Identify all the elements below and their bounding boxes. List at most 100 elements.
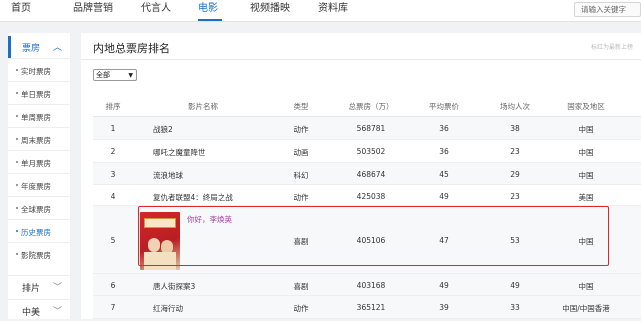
box-office-cell: 468674 [356, 170, 386, 179]
active-tab-indicator [198, 19, 222, 21]
film-name-cell[interactable]: 哪吒之魔童降世 [153, 147, 206, 158]
avg-attendance-cell: 23 [510, 147, 520, 156]
nav-movie[interactable]: 电影 [198, 2, 218, 16]
chevron-down-icon: ﹀ [53, 283, 63, 293]
search-input[interactable]: 请输入关键字 [574, 2, 641, 17]
nav-video-broadcast[interactable]: 视频播映 [250, 2, 290, 16]
rank-cell: 2 [110, 147, 116, 156]
nav-brand-marketing[interactable]: 品牌营销 [73, 2, 113, 16]
chevron-down-icon: ﹀ [53, 307, 63, 317]
sidebar-item-label: 单月票房 [21, 159, 51, 168]
sidebar-group-label: 中美 [22, 308, 41, 318]
filter-select-value: 全部 [96, 71, 110, 79]
table-row[interactable]: 7 红海行动 动作 365121 39 33 中国/中国香港 [93, 296, 641, 319]
col-type: 类型 [293, 102, 309, 111]
film-name-cell[interactable]: 红海行动 [153, 303, 183, 314]
avg-price-cell: 49 [439, 192, 449, 201]
bullet-icon [16, 207, 18, 209]
sidebar-item-global[interactable]: 全球票房 [8, 196, 70, 218]
bullet-icon [16, 253, 18, 255]
region-cell: 中国 [578, 282, 594, 291]
sidebar-item-weekend[interactable]: 周末票房 [8, 127, 70, 149]
col-avg-attendance: 场均人次 [500, 102, 530, 111]
box-office-cell: 365121 [356, 303, 386, 312]
region-cell: 中国 [578, 171, 594, 180]
sidebar-item-label: 实时票房 [21, 67, 51, 76]
sidebar-item-weekly[interactable]: 单周票房 [8, 104, 70, 126]
avg-price-cell: 39 [439, 303, 449, 312]
sidebar-group-cn-us[interactable]: 中美 ﹀ [8, 299, 70, 321]
table-row[interactable]: 4 复仇者联盟4：终局之战 动作 425038 49 23 美国 [93, 185, 641, 206]
filter-select[interactable]: 全部 ▼ [93, 69, 137, 81]
sidebar-item-monthly[interactable]: 单月票房 [8, 150, 70, 172]
sidebar-item-realtime[interactable]: 实时票房 [8, 58, 70, 80]
col-region: 国家及地区 [567, 102, 605, 111]
rank-cell: 3 [110, 170, 116, 179]
main-panel: 内地总票房排名 标红为最新上榜 全部 ▼ 排序 影片名称 类型 总票房（万） 平… [81, 33, 641, 319]
sidebar-item-label: 单周票房 [21, 113, 51, 122]
table-row[interactable]: 1 战狼2 动作 568781 36 38 中国 [93, 117, 641, 140]
region-cell: 美国 [578, 193, 594, 202]
sidebar-item-label: 单日票房 [21, 90, 51, 99]
table-row[interactable]: 3 流浪地球 科幻 468674 45 29 中国 [93, 163, 641, 185]
col-rank: 排序 [105, 102, 121, 111]
table-header: 排序 影片名称 类型 总票房（万） 平均票价 场均人次 国家及地区 [93, 93, 641, 117]
region-cell: 中国/中国香港 [562, 304, 610, 313]
sidebar-item-label: 全球票房 [21, 205, 51, 214]
type-cell: 科幻 [293, 171, 309, 180]
bullet-icon [16, 161, 18, 163]
region-cell: 中国 [578, 125, 594, 134]
type-cell: 动作 [293, 304, 309, 313]
col-film-name: 影片名称 [188, 102, 218, 111]
sidebar-item-yearly[interactable]: 年度票房 [8, 173, 70, 195]
sidebar-group-schedule[interactable]: 排片 ﹀ [8, 275, 70, 297]
type-cell: 喜剧 [293, 282, 309, 291]
bullet-icon [16, 138, 18, 140]
box-office-cell: 425038 [356, 192, 386, 201]
caret-down-icon: ▼ [128, 72, 133, 79]
sidebar-group-label: 排片 [22, 284, 41, 294]
nav-database[interactable]: 资料库 [318, 2, 348, 16]
sidebar-item-label: 周末票房 [21, 136, 51, 145]
sidebar-item-label: 年度票房 [21, 182, 51, 191]
bullet-icon [16, 115, 18, 117]
avg-attendance-cell: 33 [510, 303, 520, 312]
rank-cell: 7 [110, 303, 116, 312]
avg-attendance-cell: 29 [510, 170, 520, 179]
col-total-box: 总票房（万） [348, 102, 394, 111]
avg-price-cell: 36 [439, 147, 449, 156]
sidebar-item-history[interactable]: 历史票房 [8, 219, 70, 241]
type-cell: 动作 [293, 193, 309, 202]
avg-price-cell: 49 [439, 281, 449, 290]
nav-home[interactable]: 首页 [11, 2, 31, 16]
box-office-cell: 503502 [356, 147, 386, 156]
bullet-icon [16, 184, 18, 186]
box-office-cell: 403168 [356, 281, 386, 290]
top-navigation: 首页 品牌营销 代言人 电影 视频播映 资料库 请输入关键字 [0, 0, 641, 22]
highlight-box [138, 206, 609, 266]
avg-price-cell: 36 [439, 124, 449, 133]
sidebar-item-cinema[interactable]: 影院票房 [8, 242, 70, 264]
col-avg-price: 平均票价 [429, 102, 459, 111]
film-name-cell[interactable]: 唐人街探案3 [153, 281, 195, 292]
film-name-cell[interactable]: 复仇者联盟4：终局之战 [153, 192, 233, 203]
type-cell: 动画 [293, 148, 309, 157]
avg-price-cell: 45 [439, 170, 449, 179]
sidebar-item-label: 影院票房 [21, 251, 51, 260]
region-cell: 中国 [578, 148, 594, 157]
nav-endorser[interactable]: 代言人 [141, 2, 171, 16]
rank-cell: 6 [110, 281, 116, 290]
type-cell: 动作 [293, 125, 309, 134]
bullet-icon [16, 69, 18, 71]
table-row[interactable]: 2 哪吒之魔童降世 动画 503502 36 23 中国 [93, 140, 641, 163]
page-title: 内地总票房排名 [93, 42, 170, 55]
box-office-cell: 568781 [356, 124, 386, 133]
film-name-cell[interactable]: 战狼2 [153, 124, 173, 135]
sidebar-item-daily[interactable]: 单日票房 [8, 81, 70, 103]
avg-attendance-cell: 49 [510, 281, 520, 290]
hint-text: 标红为最新上榜 [590, 44, 633, 51]
film-name-cell[interactable]: 流浪地球 [153, 170, 183, 181]
active-group-indicator [8, 36, 11, 58]
table-row[interactable]: 6 唐人街探案3 喜剧 403168 49 49 中国 [93, 273, 641, 296]
sidebar-group-box-office[interactable]: 票房 ︿ [8, 36, 70, 58]
